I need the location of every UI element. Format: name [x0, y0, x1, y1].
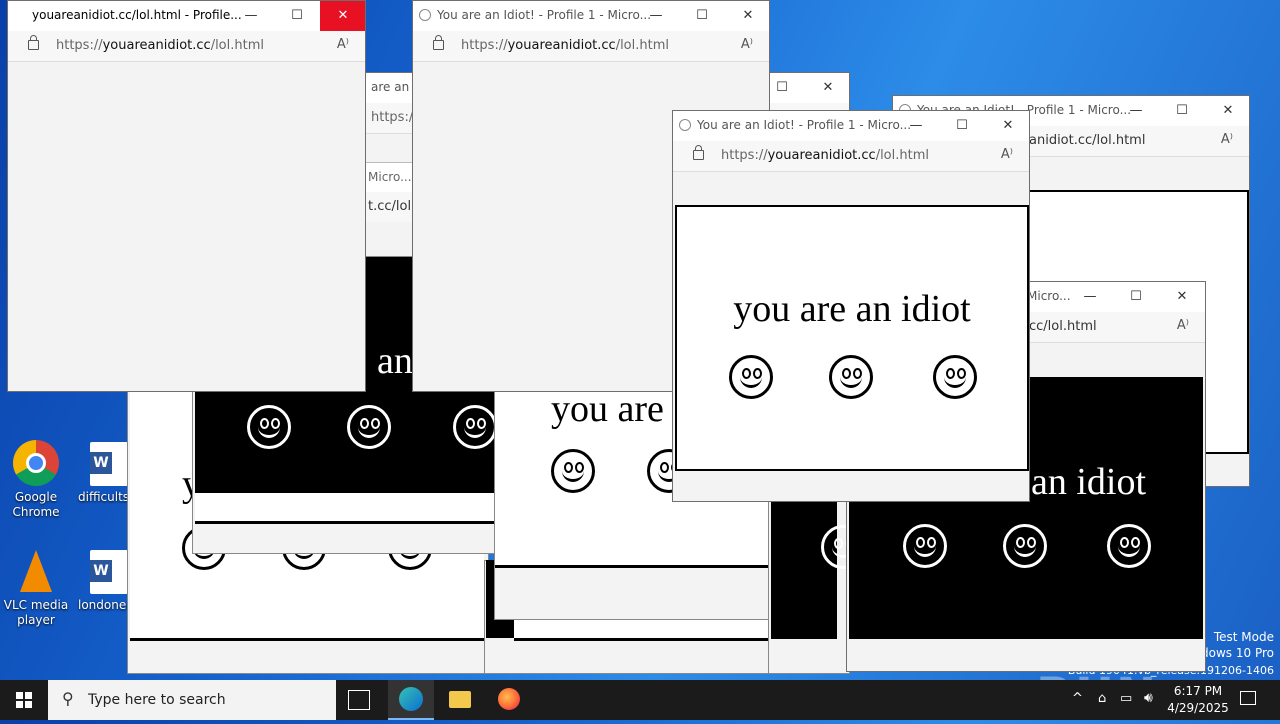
- volume-icon[interactable]: 🔊︎: [1144, 690, 1153, 706]
- smiley-icon: [933, 355, 977, 399]
- read-aloud-icon[interactable]: A⁾: [337, 37, 349, 52]
- browser-fragment-address: t.cc/lol...: [364, 192, 423, 222]
- close-button[interactable]: ✕: [1205, 96, 1249, 126]
- firefox-icon[interactable]: [498, 688, 520, 710]
- vlc-icon: [20, 550, 52, 592]
- clock[interactable]: 6:17 PM 4/29/2025: [1160, 683, 1236, 717]
- read-aloud-icon[interactable]: A⁾: [1001, 147, 1013, 162]
- lock-icon: [28, 35, 39, 50]
- task-view-icon[interactable]: [348, 690, 370, 710]
- desktop-icon-label: Google Chrome: [12, 490, 60, 519]
- close-button[interactable]: ✕: [725, 1, 769, 31]
- page-fragment-you-are: you are: [551, 388, 664, 430]
- browser-fragment-title: Micro...: [364, 162, 414, 193]
- desktop-icon-chrome[interactable]: Google Chrome: [0, 438, 72, 522]
- taskbar: ⚲ Type here to search ^ ⌂ ▭ 🔊︎ 6:17 PM 4…: [0, 680, 1280, 720]
- test-mode-line1: Test Mode: [1213, 630, 1274, 644]
- browser-window-active[interactable]: youareanidiot.cc/lol.html - Profile... —…: [7, 0, 366, 392]
- close-button[interactable]: ✕: [1159, 282, 1205, 312]
- minimize-button[interactable]: —: [633, 1, 679, 31]
- minimize-button[interactable]: —: [1113, 96, 1159, 126]
- read-aloud-icon[interactable]: A⁾: [1221, 132, 1233, 147]
- minimize-button[interactable]: —: [228, 1, 274, 31]
- search-icon: ⚲: [62, 689, 74, 708]
- close-button[interactable]: ✕: [985, 111, 1029, 141]
- time: 6:17 PM: [1173, 684, 1223, 698]
- read-aloud-icon[interactable]: A⁾: [741, 37, 753, 52]
- minimize-button[interactable]: —: [893, 111, 939, 141]
- smiley-icon: [453, 405, 497, 449]
- word-icon: W: [90, 442, 128, 486]
- smiley-icon: [829, 355, 873, 399]
- read-aloud-icon[interactable]: A⁾: [1177, 318, 1189, 333]
- chrome-icon: [13, 440, 59, 486]
- page-fragment-an-idiot: an idiot: [1031, 461, 1147, 503]
- maximize-button[interactable]: ☐: [679, 1, 725, 31]
- browser-window-front[interactable]: You are an Idiot! - Profile 1 - Micro...…: [672, 110, 1030, 502]
- url-text: https://youareanidiot.cc/lol.html: [56, 38, 264, 53]
- smiley-icon: [729, 355, 773, 399]
- smiley-icon: [247, 405, 291, 449]
- smiley-icon: [903, 524, 947, 568]
- url-text: https://youareanidiot.cc/lol.html: [721, 148, 929, 163]
- maximize-button[interactable]: ☐: [939, 111, 985, 141]
- page-fragment-an: an: [377, 340, 413, 382]
- windows-start-icon[interactable]: [0, 680, 48, 720]
- page-message: you are an idiot: [733, 288, 971, 330]
- word-icon: W: [90, 550, 128, 594]
- edge-icon[interactable]: [388, 680, 434, 720]
- maximize-button[interactable]: ☐: [1159, 96, 1205, 126]
- desktop-icon-vlc[interactable]: VLC media player: [0, 546, 72, 630]
- date: 4/29/2025: [1167, 701, 1229, 715]
- search-box[interactable]: ⚲ Type here to search: [48, 680, 336, 720]
- minimize-button[interactable]: —: [1067, 282, 1113, 312]
- network-icon[interactable]: ⌂: [1098, 691, 1106, 706]
- maximize-button[interactable]: ☐: [274, 1, 320, 31]
- desktop-icon-label: VLC media player: [3, 598, 69, 627]
- url-text: https://youareanidiot.cc/lol.html: [461, 38, 669, 53]
- network-icon[interactable]: ▭: [1120, 691, 1132, 706]
- smiley-icon: [551, 449, 595, 493]
- chevron-up-icon[interactable]: ^: [1072, 691, 1083, 706]
- page-content: you are an idiot: [675, 205, 1029, 471]
- notification-icon[interactable]: [1240, 691, 1256, 705]
- lock-icon: [693, 145, 704, 160]
- search-placeholder: Type here to search: [88, 692, 226, 708]
- maximize-button[interactable]: ☐: [1113, 282, 1159, 312]
- lock-icon: [433, 35, 444, 50]
- file-explorer-icon[interactable]: [449, 691, 471, 708]
- browser-frame-bottom-right: [768, 500, 865, 674]
- close-button[interactable]: ✕: [805, 73, 849, 103]
- smiley-icon: [347, 405, 391, 449]
- smiley-icon: [1003, 524, 1047, 568]
- close-button[interactable]: ✕: [320, 1, 365, 31]
- smiley-icon: [1107, 524, 1151, 568]
